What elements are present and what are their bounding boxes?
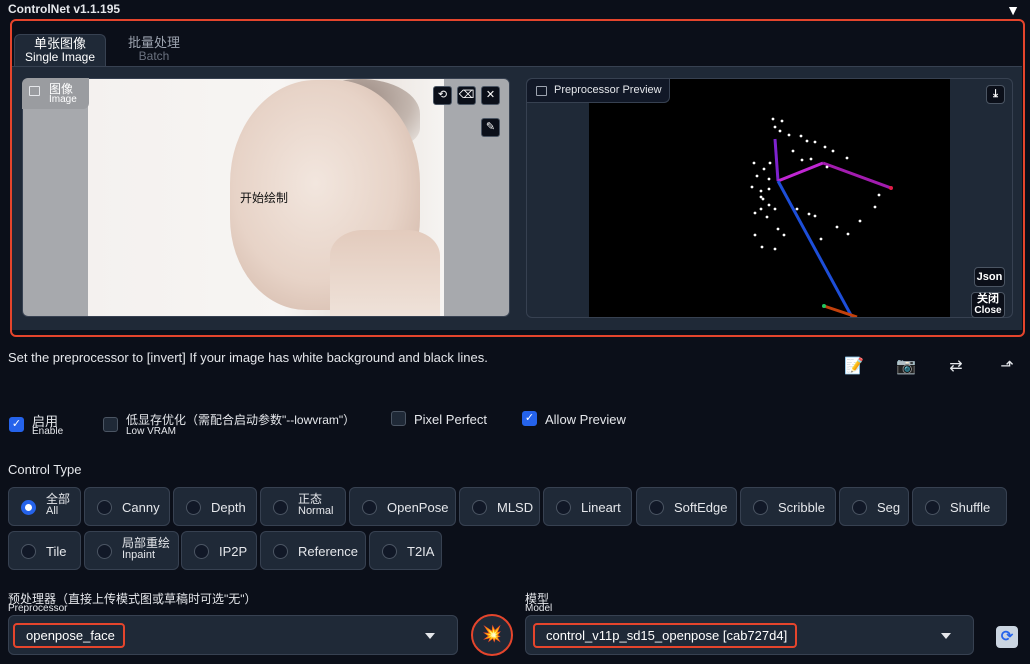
start-drawing-text: 开始绘制	[240, 191, 289, 205]
control-type-reference[interactable]: Reference	[260, 531, 366, 570]
radio-dot	[925, 500, 940, 515]
camera-icon[interactable]: 📷	[895, 356, 917, 376]
close-preview-sub: Close	[974, 304, 1002, 316]
model-sub: Model	[525, 603, 553, 614]
photo-neck	[330, 230, 440, 316]
lowvram-checkbox[interactable]	[103, 417, 118, 432]
pixel-perfect-checkbox[interactable]	[391, 411, 406, 426]
radio-dot	[21, 544, 36, 559]
radio-dot	[556, 500, 571, 515]
control-type-depth[interactable]: Depth	[173, 487, 257, 526]
tab-single-image-sub: Single Image	[24, 49, 96, 64]
control-type-mlsd[interactable]: MLSD	[459, 487, 540, 526]
radio-dot	[21, 500, 36, 515]
edit-icon[interactable]: 📝	[843, 356, 865, 376]
control-type-tile[interactable]: Tile	[8, 531, 81, 570]
control-type-label: Control Type	[8, 462, 82, 477]
radio-dot	[472, 500, 487, 515]
preprocessor-value[interactable]: openpose_face	[13, 623, 125, 648]
radio-dot	[649, 500, 664, 515]
tab-single-image[interactable]: 单张图像 Single Image	[14, 34, 106, 66]
radio-label: Canny	[122, 500, 160, 515]
control-type-all[interactable]: 全部 All	[8, 487, 81, 526]
model-value[interactable]: control_v11p_sd15_openpose [cab727d4]	[533, 623, 798, 648]
refresh-icon[interactable]: ⟳	[996, 626, 1018, 648]
radio-label: IP2P	[219, 544, 248, 559]
radio-label: SoftEdge	[674, 500, 728, 515]
radio-label: Lineart	[581, 500, 621, 515]
lowvram-sub: Low VRAM	[126, 426, 177, 437]
preprocessor-preview-title: Preprocessor Preview	[554, 84, 662, 96]
radio-dot	[362, 500, 377, 515]
radio-label: 全部 All	[46, 492, 71, 517]
radio-label: Tile	[46, 544, 67, 559]
pose-preview-image	[589, 79, 950, 319]
erase-icon[interactable]: ⌫	[457, 86, 476, 105]
close-preview-button[interactable]: 关闭 Close	[971, 292, 1005, 318]
image-icon	[536, 86, 547, 96]
pose-skeleton	[750, 117, 893, 319]
control-type-shuffle[interactable]: Shuffle	[912, 487, 1007, 526]
close-icon[interactable]: ✕	[481, 86, 500, 105]
control-type-softedge[interactable]: SoftEdge	[636, 487, 737, 526]
brush-icon[interactable]: ✎	[481, 118, 500, 137]
radio-label: OpenPose	[387, 500, 449, 515]
radio-dot	[852, 500, 867, 515]
app-title: ControlNet v1.1.195	[8, 2, 121, 16]
tab-single-image-label: 单张图像	[33, 36, 86, 51]
collapse-arrow-icon[interactable]: ▼	[1006, 2, 1020, 18]
run-preprocessor-icon[interactable]: 💥	[471, 614, 513, 656]
control-type-ip2p[interactable]: IP2P	[181, 531, 257, 570]
radio-label: Seg	[877, 500, 901, 515]
json-button[interactable]: Json	[974, 267, 1005, 287]
tab-batch[interactable]: 批量处理 Batch	[108, 34, 200, 66]
control-type-inpaint[interactable]: 局部重绘 Inpaint	[84, 531, 179, 570]
download-icon[interactable]: ⤓	[986, 85, 1005, 104]
radio-label: 正态 Normal	[298, 492, 334, 517]
radio-label: 局部重绘 Inpaint	[122, 536, 171, 561]
tab-batch-label: 批量处理	[127, 35, 180, 50]
radio-dot	[97, 544, 112, 559]
radio-label: Shuffle	[950, 500, 991, 515]
invert-hint-text: Set the preprocessor to [invert] If your…	[8, 350, 488, 365]
preprocessor-preview-label: Preprocessor Preview	[527, 79, 670, 103]
close-preview-label: 关闭	[977, 293, 999, 305]
radio-dot	[97, 500, 112, 515]
control-type-canny[interactable]: Canny	[84, 487, 170, 526]
radio-dot	[753, 500, 768, 515]
radio-label: Depth	[211, 500, 246, 515]
image-label-sub: Image	[49, 94, 77, 105]
radio-dot	[382, 544, 397, 559]
enable-sub: Enable	[32, 426, 64, 437]
radio-label: Scribble	[778, 500, 825, 515]
control-type-scribble[interactable]: Scribble	[740, 487, 836, 526]
allow-preview-label: Allow Preview	[545, 412, 626, 427]
enable-checkbox[interactable]: ✓	[9, 417, 24, 432]
image-icon	[29, 86, 40, 96]
control-type-seg[interactable]: Seg	[839, 487, 909, 526]
allow-preview-checkbox[interactable]: ✓	[522, 411, 537, 426]
radio-label: Reference	[298, 544, 358, 559]
radio-dot	[194, 544, 209, 559]
control-type-lineart[interactable]: Lineart	[543, 487, 632, 526]
swap-icon[interactable]: ⇄	[945, 356, 967, 376]
radio-dot	[273, 544, 288, 559]
tab-batch-sub: Batch	[138, 48, 170, 63]
undo-icon[interactable]: ⟲	[433, 86, 452, 105]
chevron-down-icon	[941, 633, 951, 639]
upload-arrow-icon[interactable]: ⬏	[996, 356, 1018, 376]
radio-dot	[273, 500, 288, 515]
radio-label: MLSD	[497, 500, 534, 515]
radio-label: T2IA	[407, 544, 435, 559]
pixel-perfect-label: Pixel Perfect	[414, 412, 487, 427]
control-type-openpose[interactable]: OpenPose	[349, 487, 456, 526]
image-label: 图像 Image	[22, 78, 89, 109]
control-type-t2ia[interactable]: T2IA	[369, 531, 442, 570]
chevron-down-icon	[425, 633, 435, 639]
preprocessor-sub: Preprocessor	[8, 603, 68, 614]
radio-dot	[186, 500, 201, 515]
control-type-normal[interactable]: 正态 Normal	[260, 487, 346, 526]
